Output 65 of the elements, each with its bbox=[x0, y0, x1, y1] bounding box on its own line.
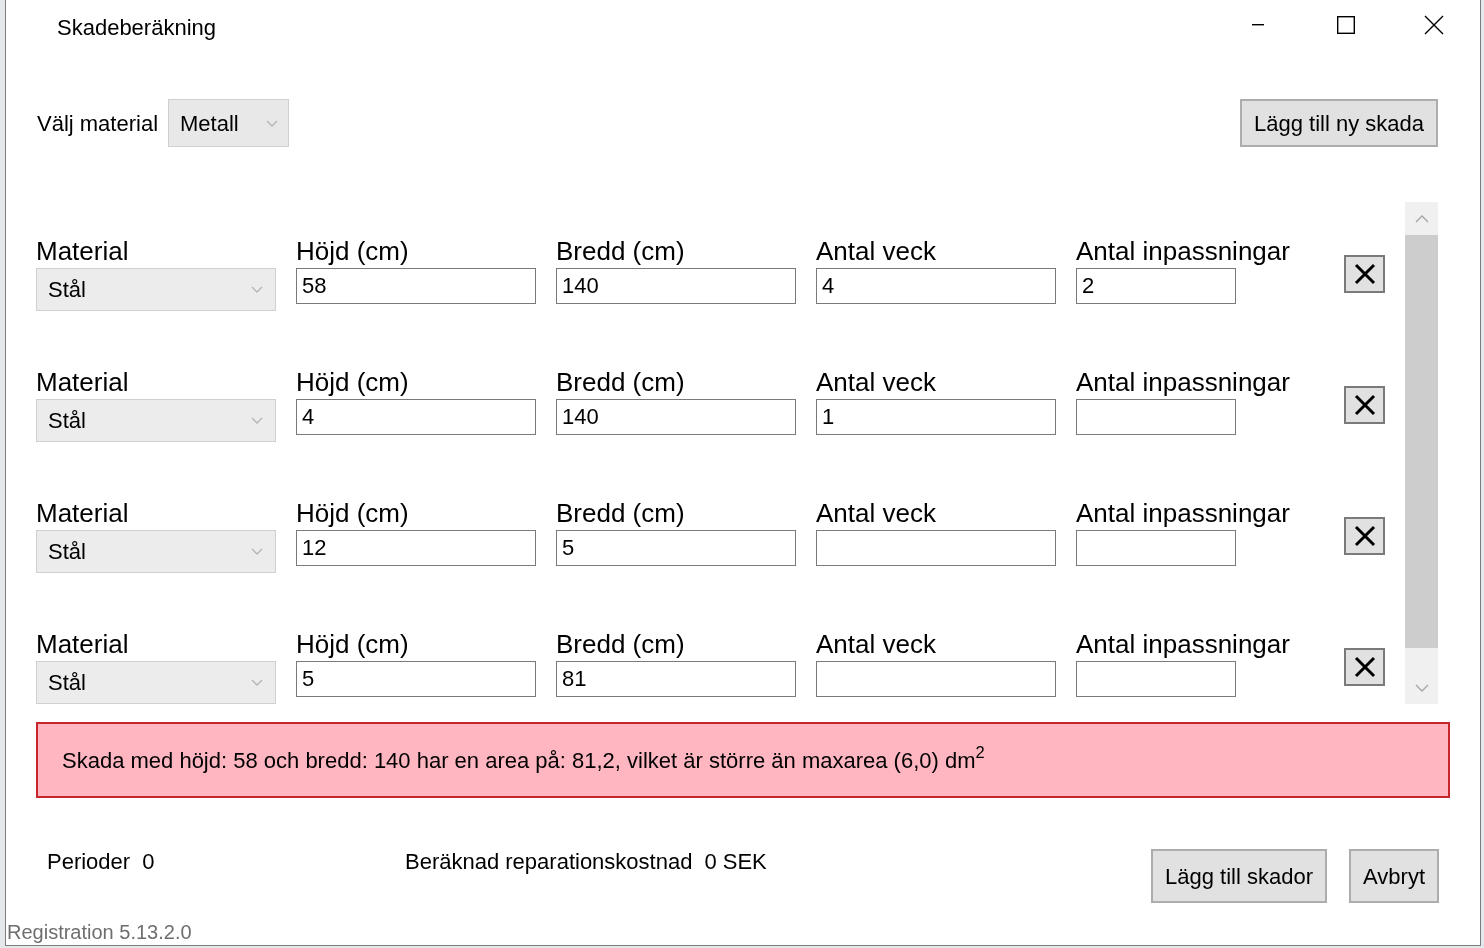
field-label: Antal veck bbox=[816, 629, 937, 659]
field-label: Material bbox=[36, 236, 130, 266]
periods-value: 0 bbox=[142, 849, 155, 875]
maximize-icon[interactable] bbox=[1337, 16, 1355, 34]
delete-row-button[interactable] bbox=[1344, 385, 1385, 424]
field-label: Höjd (cm) bbox=[296, 236, 410, 266]
cancel-button[interactable]: Avbryt bbox=[1349, 849, 1439, 903]
delete-row-button[interactable] bbox=[1344, 516, 1385, 555]
material-dropdown[interactable]: Stål bbox=[36, 268, 276, 311]
field-label: Antal inpassningar bbox=[1076, 236, 1291, 266]
cost-value: 0 SEK bbox=[704, 849, 767, 875]
field-label: Höjd (cm) bbox=[296, 367, 410, 397]
text-field[interactable]: 5 bbox=[296, 661, 536, 697]
text-field[interactable] bbox=[816, 661, 1056, 697]
scrollbar[interactable] bbox=[1405, 202, 1438, 704]
field-label: Bredd (cm) bbox=[556, 498, 686, 528]
text-field[interactable] bbox=[816, 530, 1056, 566]
version-label: Registration 5.13.2.0 bbox=[7, 920, 192, 944]
field-label: Bredd (cm) bbox=[556, 236, 686, 266]
text-field[interactable]: 81 bbox=[556, 661, 796, 697]
add-damage-button[interactable]: Lägg till ny skada bbox=[1240, 99, 1438, 147]
field-label: Material bbox=[36, 498, 130, 528]
periods-label: Perioder bbox=[47, 849, 131, 875]
field-label: Antal veck bbox=[816, 367, 937, 397]
material-dropdown[interactable]: Stål bbox=[36, 530, 276, 573]
text-field[interactable]: 4 bbox=[816, 268, 1056, 304]
text-field[interactable] bbox=[1076, 399, 1236, 435]
text-field[interactable]: 12 bbox=[296, 530, 536, 566]
text-field[interactable]: 2 bbox=[1076, 268, 1236, 304]
material-dropdown[interactable]: Metall bbox=[168, 99, 290, 147]
minimize-icon[interactable] bbox=[1252, 24, 1264, 26]
error-message: Skada med höjd: 58 och bredd: 140 har en area på: 81,2, vilket är större än maxarea (6,0) dm$^{2}$ bbox=[36, 722, 1450, 798]
material-dropdown[interactable]: Stål bbox=[36, 661, 276, 704]
close-icon[interactable] bbox=[1424, 15, 1444, 35]
field-label: Bredd (cm) bbox=[556, 367, 686, 397]
text-field[interactable]: 58 bbox=[296, 268, 536, 304]
field-label: Material bbox=[36, 629, 130, 659]
cross-icon[interactable] bbox=[1353, 393, 1376, 416]
scrollbar-thumb[interactable] bbox=[1405, 235, 1438, 648]
field-label: Höjd (cm) bbox=[296, 629, 410, 659]
material-dropdown[interactable]: Stål bbox=[36, 399, 276, 442]
text-field[interactable] bbox=[1076, 661, 1236, 697]
delete-row-button[interactable] bbox=[1344, 647, 1385, 686]
field-label: Antal inpassningar bbox=[1076, 498, 1291, 528]
field-label: Material bbox=[36, 367, 130, 397]
text-field[interactable]: 5 bbox=[556, 530, 796, 566]
cost-label: Beräknad reparationskostnad bbox=[405, 849, 693, 875]
cross-icon[interactable] bbox=[1353, 262, 1376, 285]
field-label: Bredd (cm) bbox=[556, 629, 686, 659]
delete-row-button[interactable] bbox=[1344, 254, 1385, 293]
text-field[interactable]: 140 bbox=[556, 399, 796, 435]
cross-icon[interactable] bbox=[1353, 655, 1376, 678]
text-field[interactable] bbox=[1076, 530, 1236, 566]
field-label: Höjd (cm) bbox=[296, 498, 410, 528]
field-label: Antal veck bbox=[816, 498, 937, 528]
cross-icon[interactable] bbox=[1353, 524, 1376, 547]
text-field[interactable]: 140 bbox=[556, 268, 796, 304]
material-label: Välj material bbox=[37, 109, 159, 138]
field-label: Antal veck bbox=[816, 236, 937, 266]
field-label: Antal inpassningar bbox=[1076, 367, 1291, 397]
text-field[interactable]: 1 bbox=[816, 399, 1056, 435]
field-label: Antal inpassningar bbox=[1076, 629, 1291, 659]
text-field[interactable]: 4 bbox=[296, 399, 536, 435]
window-title: Skadeberäkning bbox=[57, 14, 216, 42]
add-damages-button[interactable]: Lägg till skador bbox=[1151, 849, 1328, 903]
